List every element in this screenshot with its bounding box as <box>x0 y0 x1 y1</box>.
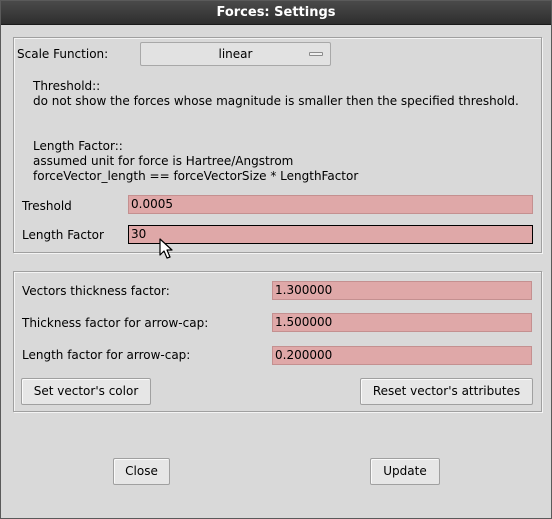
cap-thickness-label: Thickness factor for arrow-cap: <box>22 316 209 330</box>
length-factor-label: Length Factor <box>22 228 104 242</box>
treshold-input[interactable]: 0.0005 <box>128 195 533 214</box>
cap-length-label: Length factor for arrow-cap: <box>22 348 191 362</box>
scale-function-value: linear <box>218 47 253 61</box>
close-button[interactable]: Close <box>113 458 170 485</box>
scale-function-label: Scale Function: <box>17 47 109 61</box>
window-title: Forces: Settings <box>1 1 551 25</box>
length-factor-heading: Length Factor:: <box>33 139 123 153</box>
vectors-thickness-input[interactable]: 1.300000 <box>272 281 532 300</box>
length-factor-input[interactable]: 30 <box>128 225 533 244</box>
update-button[interactable]: Update <box>370 458 440 485</box>
settings-dialog: Forces: Settings Scale Function: linear … <box>0 0 552 519</box>
cap-thickness-input[interactable]: 1.500000 <box>272 313 532 332</box>
mouse-pointer-icon <box>159 238 173 259</box>
reset-vector-attributes-button[interactable]: Reset vector's attributes <box>360 378 533 405</box>
threshold-description: do not show the forces whose magnitude i… <box>33 94 519 108</box>
set-vector-color-button[interactable]: Set vector's color <box>21 378 151 405</box>
threshold-heading: Threshold:: <box>33 79 101 93</box>
cap-length-input[interactable]: 0.200000 <box>272 346 532 365</box>
treshold-label: Treshold <box>22 199 72 213</box>
vectors-thickness-label: Vectors thickness factor: <box>22 284 170 298</box>
scale-function-select[interactable]: linear <box>140 42 331 66</box>
dropdown-arrow-icon <box>309 52 323 56</box>
length-factor-formula: forceVector_length == forceVectorSize * … <box>33 169 359 183</box>
length-factor-unit-note: assumed unit for force is Hartree/Angstr… <box>33 154 294 168</box>
